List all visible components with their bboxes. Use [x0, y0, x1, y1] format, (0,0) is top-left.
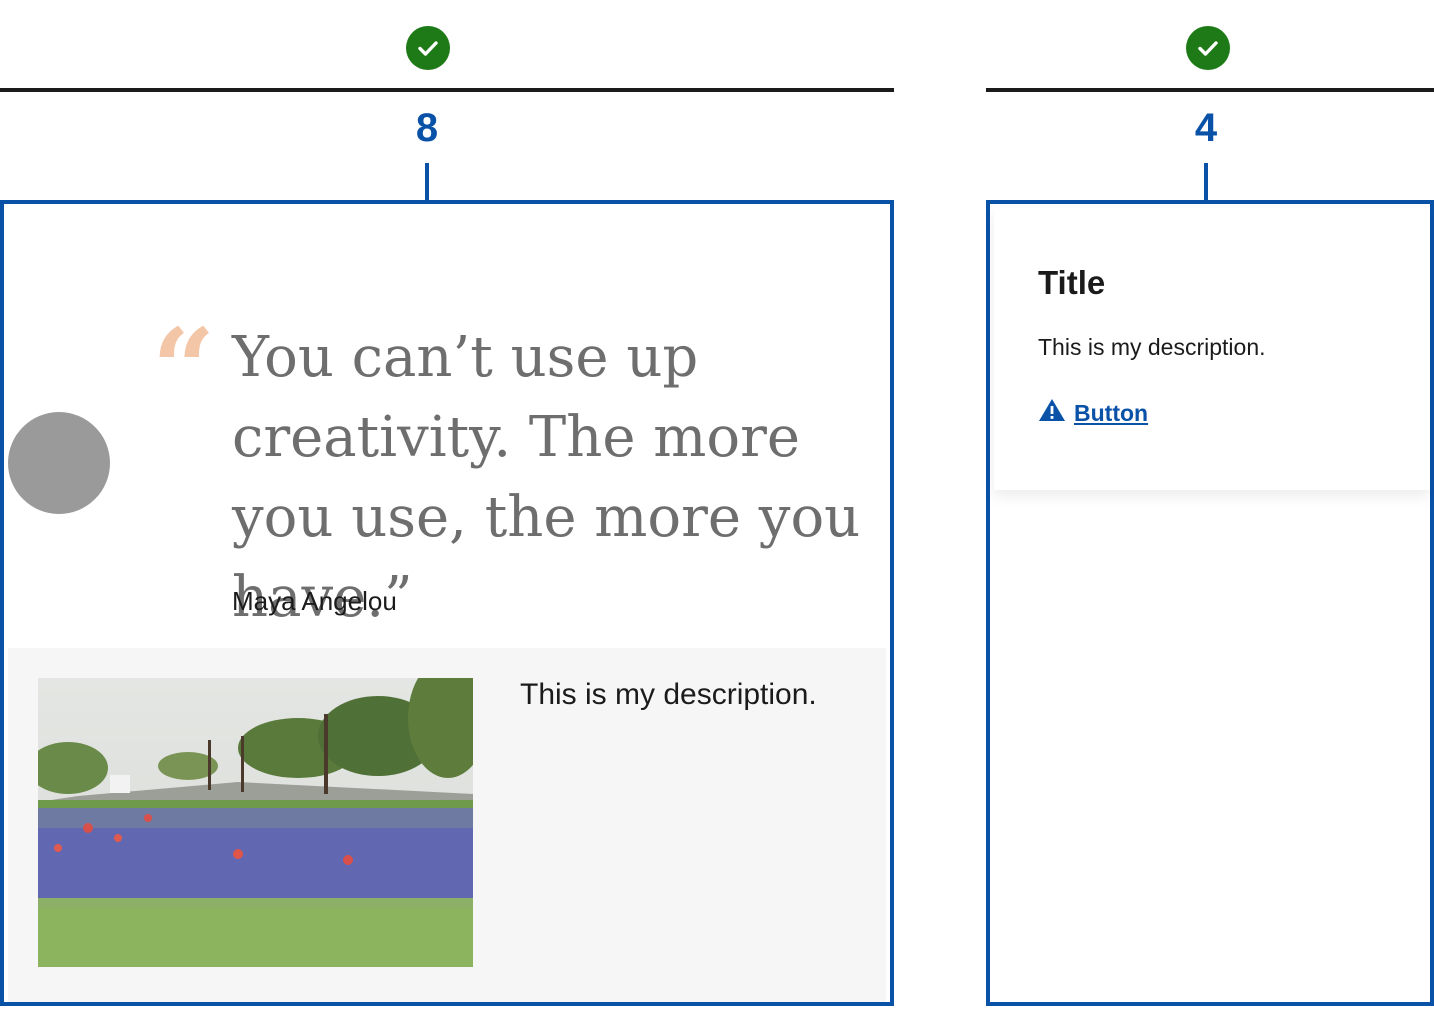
column-divider [0, 88, 894, 92]
card-button-label: Button [1074, 399, 1149, 426]
quote-author: Maya Angelou [232, 586, 397, 616]
column-span-label: 4 [1194, 106, 1218, 150]
card-description: This is my description. [1038, 334, 1266, 360]
column-span-label: 8 [415, 106, 439, 150]
card-title: Title [1038, 264, 1106, 301]
region-frame: Title This is my description. Button [986, 200, 1434, 1006]
media-image [38, 678, 473, 967]
span-connector [1204, 163, 1208, 201]
warning-icon [1038, 398, 1066, 428]
checkmark-icon [406, 26, 450, 70]
card: Title This is my description. Button [994, 208, 1430, 490]
media-description: This is my description. [520, 678, 817, 711]
card-button[interactable]: Button [1038, 398, 1148, 428]
avatar [8, 412, 110, 514]
region-frame: “ You can’t use up creativity. The more … [0, 200, 894, 1006]
checkmark-icon [1186, 26, 1230, 70]
column-divider [986, 88, 1434, 92]
quote-mark-icon: “ [152, 304, 215, 433]
media-block: This is my description. [8, 648, 886, 1002]
span-connector [425, 163, 429, 201]
